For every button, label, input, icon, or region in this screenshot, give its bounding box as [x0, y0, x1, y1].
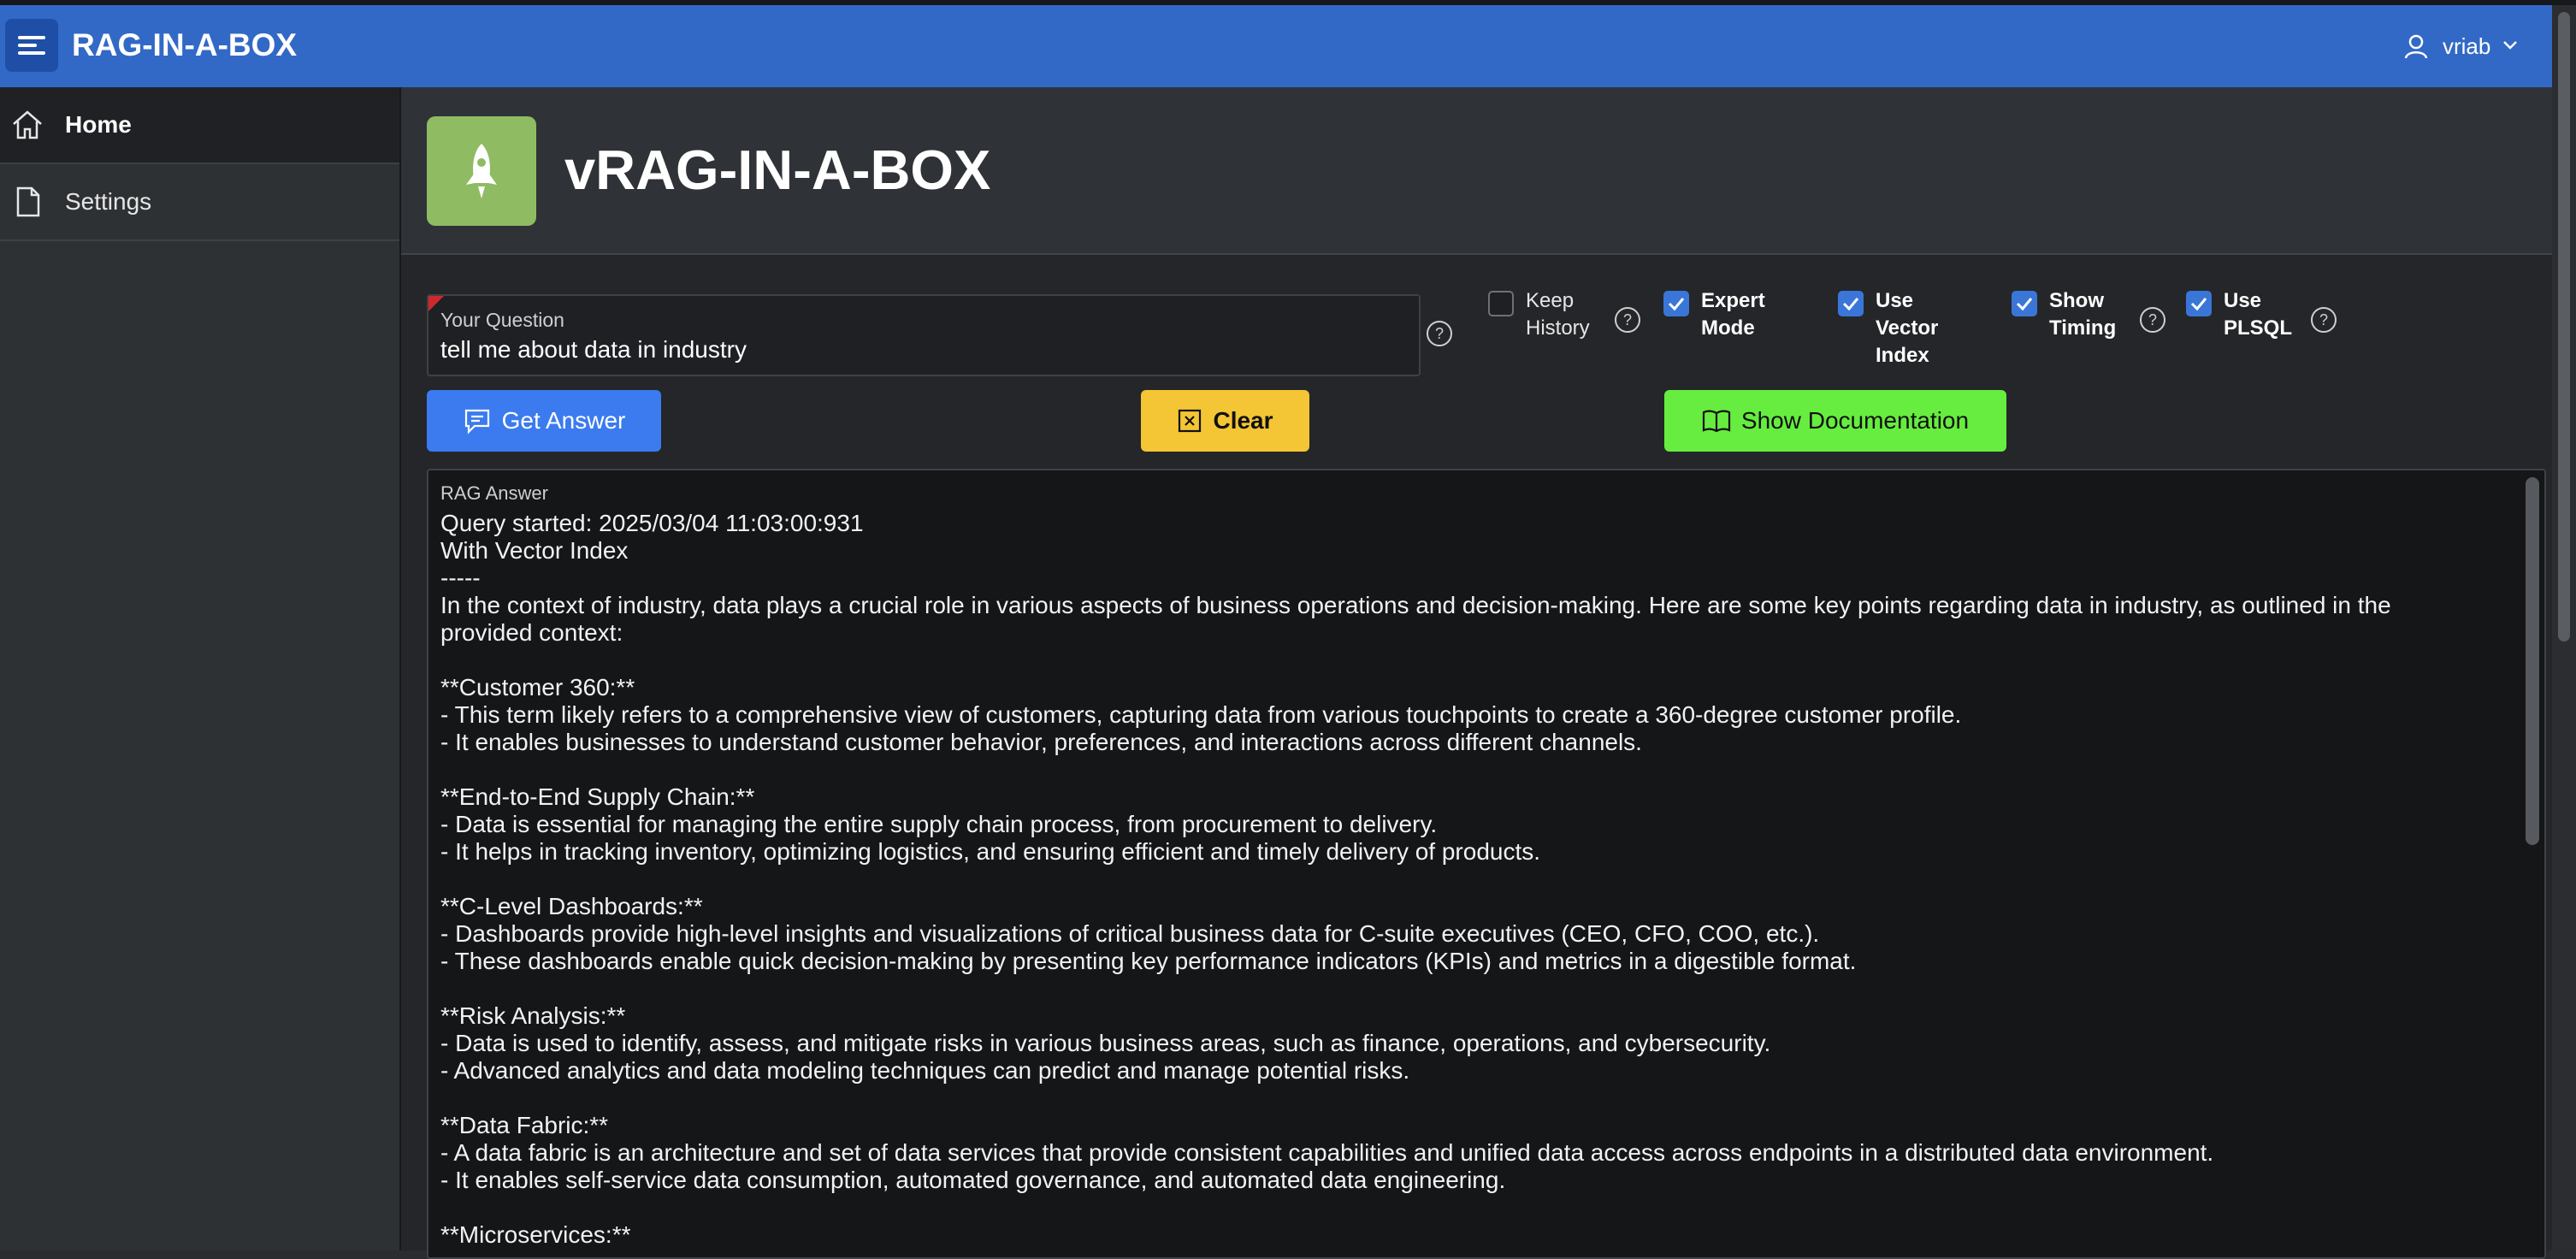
checkmark-icon	[1842, 298, 1859, 311]
app-title[interactable]: RAG-IN-A-BOX	[72, 26, 297, 65]
question-field[interactable]: Your Question	[427, 294, 1421, 376]
checkmark-icon	[1668, 298, 1685, 311]
question-label: Your Question	[440, 309, 564, 331]
clear-icon	[1179, 409, 1202, 433]
book-icon	[1702, 410, 1731, 433]
clear-label: Clear	[1213, 407, 1273, 434]
show-documentation-button[interactable]: Show Documentation	[1664, 390, 2006, 452]
show-timing-checkbox[interactable]	[2012, 291, 2037, 316]
use-vector-index-checkbox[interactable]	[1838, 291, 1864, 316]
sidebar: Home Settings	[0, 87, 401, 1250]
page-scrollbar[interactable]	[2558, 12, 2570, 641]
clear-button[interactable]: Clear	[1141, 390, 1309, 452]
menu-toggle-button[interactable]	[5, 19, 58, 72]
use-vector-index-label: Use Vector Index	[1876, 289, 1939, 367]
keep-history-label: Keep History	[1526, 289, 1590, 340]
hamburger-icon	[18, 36, 45, 39]
document-icon	[16, 186, 40, 217]
home-icon	[13, 110, 42, 139]
use-plsql-checkbox[interactable]	[2186, 291, 2212, 316]
use-plsql-label: Use PLSQL	[2224, 289, 2293, 340]
answer-scrollbar[interactable]	[2526, 477, 2539, 845]
app-header: RAG-IN-A-BOX vriab	[0, 5, 2552, 87]
page-hero: vRAG-IN-A-BOX	[401, 87, 2552, 255]
page-title: vRAG-IN-A-BOX	[564, 139, 991, 201]
keep-history-checkbox[interactable]	[1488, 291, 1514, 316]
help-icon[interactable]: ?	[2310, 306, 2337, 334]
svg-text:?: ?	[1623, 311, 1632, 328]
show-timing-label: Show Timing	[2049, 289, 2117, 340]
rag-answer-field[interactable]: RAG Answer Query started: 2025/03/04 11:…	[427, 469, 2546, 1259]
svg-text:?: ?	[2319, 311, 2328, 328]
chat-icon	[464, 409, 489, 434]
hamburger-line	[18, 51, 45, 55]
get-answer-label: Get Answer	[501, 407, 626, 434]
checkmark-icon	[2016, 298, 2033, 311]
expert-mode-checkbox[interactable]	[1663, 291, 1689, 316]
chevron-down-icon	[2503, 41, 2517, 50]
user-icon	[2404, 34, 2428, 59]
get-answer-button[interactable]: Get Answer	[427, 390, 661, 452]
checkmark-icon	[2190, 298, 2207, 311]
app-icon	[427, 116, 536, 226]
hamburger-line	[18, 44, 37, 47]
show-documentation-label: Show Documentation	[1740, 407, 1970, 434]
rag-answer-label: RAG Answer	[440, 482, 548, 504]
help-icon[interactable]: ?	[1614, 306, 1641, 334]
expert-mode-label: Expert Mode	[1701, 289, 1765, 340]
main-content: Your Question ? Keep History ? Expert Mo…	[401, 255, 2552, 1259]
user-name: vriab	[2443, 33, 2491, 59]
rag-answer-text[interactable]: Query started: 2025/03/04 11:03:00:931 W…	[440, 510, 2493, 1249]
sidebar-item-label: Settings	[65, 188, 152, 215]
sidebar-item-settings[interactable]: Settings	[0, 164, 399, 241]
svg-text:?: ?	[1435, 325, 1444, 342]
svg-text:?: ?	[2148, 311, 2157, 328]
rocket-icon	[466, 144, 497, 198]
sidebar-item-label: Home	[65, 111, 132, 138]
help-icon[interactable]: ?	[2139, 306, 2166, 334]
sidebar-item-home[interactable]: Home	[0, 87, 399, 164]
question-input[interactable]	[440, 335, 1398, 364]
help-icon[interactable]: ?	[1426, 320, 1453, 347]
